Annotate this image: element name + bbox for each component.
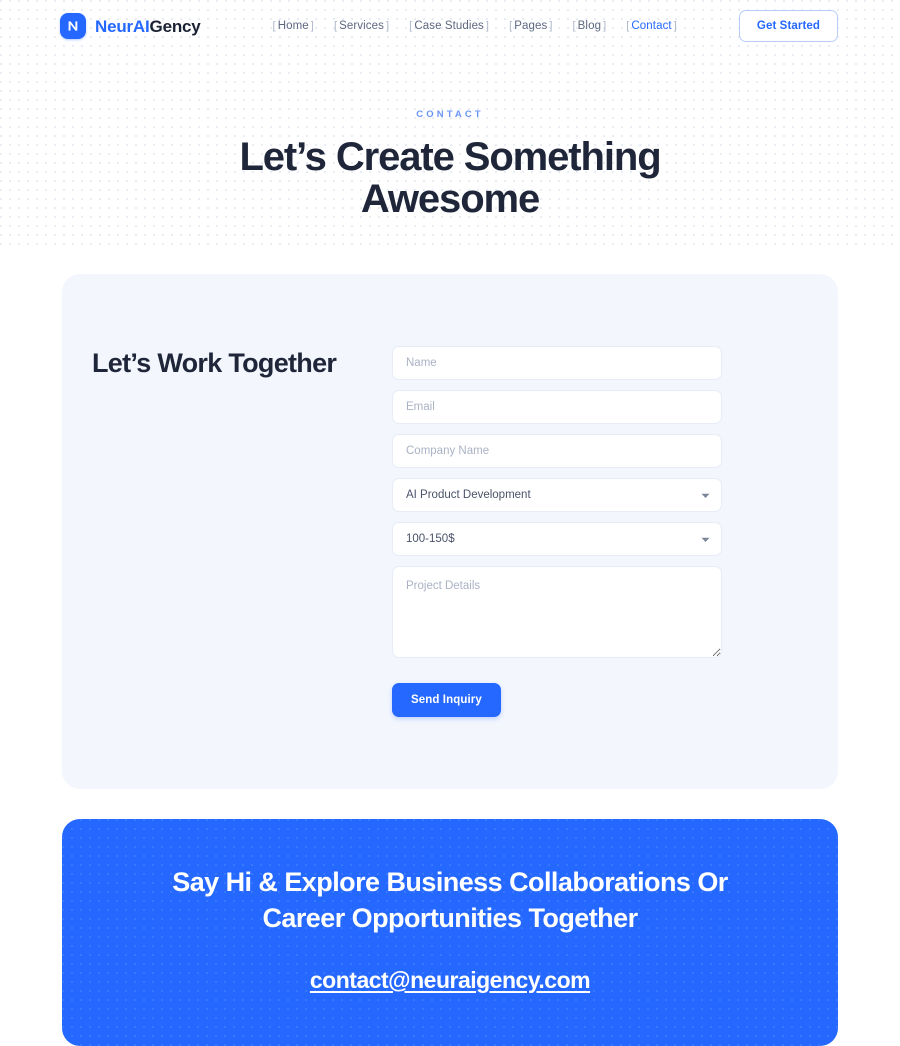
form-intro: Let’s Work Together <box>62 346 392 380</box>
bracket-close: ] <box>310 20 314 32</box>
nav-item-label: Services <box>339 20 384 32</box>
send-inquiry-button[interactable]: Send Inquiry <box>392 682 501 717</box>
bracket-open: [ <box>509 20 513 32</box>
nav-item-label: Home <box>277 20 309 32</box>
bracket-close: ] <box>485 20 490 32</box>
email-input[interactable] <box>392 389 722 424</box>
bracket-open: [ <box>626 20 630 32</box>
bracket-close: ] <box>549 20 553 32</box>
bracket-close: ] <box>603 20 607 32</box>
get-started-button[interactable]: Get Started <box>738 10 838 42</box>
nav-item-services[interactable]: [ Services ] <box>334 20 389 32</box>
bracket-open: [ <box>572 20 576 32</box>
service-select[interactable]: AI Product Development <box>392 477 722 512</box>
budget-select-wrapper: 100-150$ <box>392 521 722 556</box>
main-navbar: NeurAIGency [ Home ] [ Services ] [ Case… <box>0 0 900 52</box>
nav-item-label: Case Studies <box>414 20 484 32</box>
cta-banner: Say Hi & Explore Business Collaborations… <box>62 818 838 1046</box>
nav-links: [ Home ] [ Services ] [ Case Studies ] [… <box>263 20 677 32</box>
cta-banner-heading: Say Hi & Explore Business Collaborations… <box>172 866 728 933</box>
contact-form: AI Product Development 100-150$ <box>392 345 722 717</box>
nav-item-blog[interactable]: [ Blog ] <box>573 20 607 32</box>
page-title: Let’s Create Something Awesome <box>239 135 661 222</box>
nav-item-label: Pages <box>514 20 548 32</box>
hero-eyebrow: CONTACT <box>416 109 484 120</box>
nav-item-pages[interactable]: [ Pages ] <box>509 20 552 32</box>
brand-name: NeurAIGency <box>95 18 201 35</box>
service-select-wrapper: AI Product Development <box>392 477 722 512</box>
form-heading: Let’s Work Together <box>92 347 337 378</box>
nav-item-label: Contact <box>631 20 672 32</box>
bracket-close: ] <box>386 20 390 32</box>
nav-item-contact[interactable]: [ Contact ] <box>626 20 677 32</box>
bracket-open: [ <box>409 20 413 32</box>
bracket-open: [ <box>333 20 338 32</box>
bracket-open: [ <box>272 20 276 32</box>
name-input[interactable] <box>392 345 722 380</box>
nav-item-case-studies[interactable]: [ Case Studies ] <box>409 20 489 32</box>
brand-name-primary: NeurAI <box>95 16 150 36</box>
budget-select[interactable]: 100-150$ <box>392 521 722 556</box>
nav-item-home[interactable]: [ Home ] <box>273 20 314 32</box>
contact-page: NeurAIGency [ Home ] [ Services ] [ Case… <box>0 0 900 1046</box>
contact-email-link[interactable]: contact@neuraigency.com <box>310 967 591 994</box>
logo-n-mark-icon <box>60 13 86 39</box>
brand-name-secondary: Gency <box>149 16 201 36</box>
project-details-textarea[interactable] <box>392 565 722 658</box>
hero-section: CONTACT Let’s Create Something Awesome <box>0 52 900 221</box>
brand-logo[interactable]: NeurAIGency <box>60 13 201 39</box>
bracket-close: ] <box>673 20 677 32</box>
contact-form-card: Let’s Work Together AI Product Developme… <box>62 273 838 789</box>
nav-item-label: Blog <box>577 20 602 32</box>
company-name-input[interactable] <box>392 433 722 468</box>
